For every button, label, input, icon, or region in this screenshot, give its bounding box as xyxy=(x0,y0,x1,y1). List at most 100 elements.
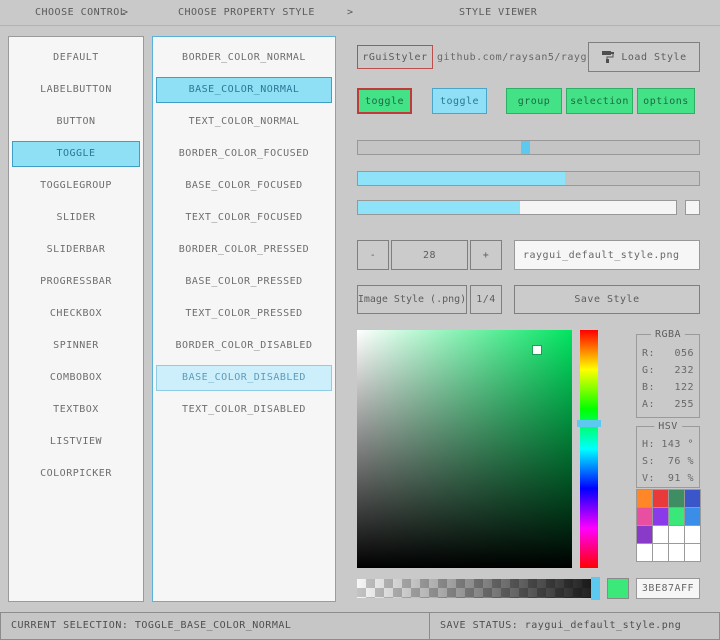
hex-value-box[interactable]: 3BE87AFF xyxy=(636,578,700,599)
hsv-val-label: V: xyxy=(642,470,655,487)
status-save-status-text: SAVE STATUS: raygui_default_style.png xyxy=(440,620,681,631)
swatch-cell[interactable] xyxy=(653,508,668,525)
control-item-checkbox[interactable]: CHECKBOX xyxy=(12,301,140,327)
rguistyler-window: CHOOSE CONTROL > CHOOSE PROPERTY STYLE >… xyxy=(0,0,720,640)
rgba-red-label: R: xyxy=(642,345,655,362)
control-item-slider[interactable]: SLIDER xyxy=(12,205,140,231)
slider-demo[interactable] xyxy=(357,140,700,155)
alpha-bar-handle[interactable] xyxy=(591,577,600,600)
property-item-base-color-focused[interactable]: BASE_COLOR_FOCUSED xyxy=(156,173,332,199)
property-item-text-color-focused[interactable]: TEXT_COLOR_FOCUSED xyxy=(156,205,332,231)
rgba-alpha-label: A: xyxy=(642,396,655,413)
rgba-red-row: R: 056 xyxy=(637,345,699,362)
rgba-blue-value: 122 xyxy=(674,379,694,396)
toggle-label: toggle xyxy=(440,96,479,107)
swatch-cell[interactable] xyxy=(637,526,652,543)
swatch-cell[interactable] xyxy=(669,508,684,525)
properties-list-panel: BORDER_COLOR_NORMAL BASE_COLOR_NORMAL TE… xyxy=(152,36,336,602)
toggle-demo-normal[interactable]: toggle xyxy=(357,88,412,114)
toggle-label: toggle xyxy=(365,96,404,107)
swatch-cell[interactable] xyxy=(685,544,700,561)
rgba-blue-label: B: xyxy=(642,379,655,396)
control-item-toggle[interactable]: TOGGLE xyxy=(12,141,140,167)
repo-link[interactable]: github.com/raysan5/raygui xyxy=(437,52,600,63)
togglegroup-item-options[interactable]: options xyxy=(637,88,695,114)
hue-bar-handle[interactable] xyxy=(577,420,601,427)
save-style-label: Save Style xyxy=(574,294,639,305)
swatch-cell[interactable] xyxy=(669,490,684,507)
property-item-border-color-focused[interactable]: BORDER_COLOR_FOCUSED xyxy=(156,141,332,167)
app-title: rGuiStyler xyxy=(362,52,427,63)
property-item-base-color-disabled[interactable]: BASE_COLOR_DISABLED xyxy=(156,365,332,391)
slider-handle[interactable] xyxy=(521,141,530,154)
color-swatch-grid xyxy=(636,489,701,562)
swatch-cell[interactable] xyxy=(685,508,700,525)
style-format-label: Image Style (.png) xyxy=(358,294,466,305)
swatch-cell[interactable] xyxy=(669,526,684,543)
swatch-cell[interactable] xyxy=(653,544,668,561)
toggle-demo-focused[interactable]: toggle xyxy=(432,88,487,114)
style-format-combobox[interactable]: Image Style (.png) xyxy=(357,285,467,314)
control-item-togglegroup[interactable]: TOGGLEGROUP xyxy=(12,173,140,199)
rgba-green-row: G: 232 xyxy=(637,362,699,379)
property-item-base-color-normal[interactable]: BASE_COLOR_NORMAL xyxy=(156,77,332,103)
minus-label: - xyxy=(370,250,377,261)
swatch-cell[interactable] xyxy=(637,490,652,507)
swatch-cell[interactable] xyxy=(685,526,700,543)
color-picker-marker[interactable] xyxy=(533,346,541,354)
swatch-cell[interactable] xyxy=(653,490,668,507)
style-filename-textbox[interactable]: raygui_default_style.png xyxy=(514,240,700,270)
sliderbar-demo[interactable] xyxy=(357,171,700,186)
togglegroup-item-group[interactable]: group xyxy=(506,88,562,114)
control-item-spinner[interactable]: SPINNER xyxy=(12,333,140,359)
status-save-status: SAVE STATUS: raygui_default_style.png xyxy=(429,612,720,640)
save-style-button[interactable]: Save Style xyxy=(514,285,700,314)
hue-bar[interactable] xyxy=(580,330,598,568)
breadcrumb-separator: > xyxy=(122,7,129,18)
spinner-plus-button[interactable]: + xyxy=(470,240,502,270)
control-item-labelbutton[interactable]: LABELBUTTON xyxy=(12,77,140,103)
property-item-text-color-disabled[interactable]: TEXT_COLOR_DISABLED xyxy=(156,397,332,423)
rgba-alpha-row: A: 255 xyxy=(637,396,699,413)
swatch-cell[interactable] xyxy=(653,526,668,543)
control-item-listview[interactable]: LISTVIEW xyxy=(12,429,140,455)
swatch-cell[interactable] xyxy=(685,490,700,507)
progressbar-fill xyxy=(358,201,520,214)
property-item-border-color-normal[interactable]: BORDER_COLOR_NORMAL xyxy=(156,45,332,71)
checkbox-demo[interactable] xyxy=(685,200,700,215)
hsv-groupbox: HSV H: 143 ° S: 76 % V: 91 % xyxy=(636,426,700,488)
property-item-text-color-pressed[interactable]: TEXT_COLOR_PRESSED xyxy=(156,301,332,327)
spinner-minus-button[interactable]: - xyxy=(357,240,389,270)
breadcrumb-style-viewer: STYLE VIEWER xyxy=(459,7,537,18)
swatch-cell[interactable] xyxy=(637,508,652,525)
toggle-label: group xyxy=(518,96,551,107)
rgba-blue-row: B: 122 xyxy=(637,379,699,396)
property-item-border-color-disabled[interactable]: BORDER_COLOR_DISABLED xyxy=(156,333,332,359)
toggle-label: selection xyxy=(570,96,629,107)
control-item-sliderbar[interactable]: SLIDERBAR xyxy=(12,237,140,263)
spinner-value-box[interactable]: 28 xyxy=(391,240,468,270)
style-format-count: 1/4 xyxy=(476,294,496,305)
control-item-default[interactable]: DEFAULT xyxy=(12,45,140,71)
hsv-val-row: V: 91 % xyxy=(637,470,699,487)
control-item-progressbar[interactable]: PROGRESSBAR xyxy=(12,269,140,295)
app-title-box: rGuiStyler xyxy=(357,45,433,69)
property-item-base-color-pressed[interactable]: BASE_COLOR_PRESSED xyxy=(156,269,332,295)
control-item-colorpicker[interactable]: COLORPICKER xyxy=(12,461,140,487)
hsv-val-value: 91 % xyxy=(668,470,694,487)
hsv-hue-value: 143 ° xyxy=(661,436,694,453)
togglegroup-item-selection[interactable]: selection xyxy=(566,88,633,114)
swatch-cell[interactable] xyxy=(669,544,684,561)
swatch-cell[interactable] xyxy=(637,544,652,561)
status-current-selection-text: CURRENT SELECTION: TOGGLE_BASE_COLOR_NOR… xyxy=(11,620,291,631)
control-item-textbox[interactable]: TEXTBOX xyxy=(12,397,140,423)
alpha-bar[interactable] xyxy=(357,579,600,598)
style-format-counter[interactable]: 1/4 xyxy=(470,285,502,314)
control-item-button[interactable]: BUTTON xyxy=(12,109,140,135)
load-style-button[interactable]: Load Style xyxy=(588,42,700,72)
color-picker-area[interactable] xyxy=(357,330,572,568)
control-item-combobox[interactable]: COMBOBOX xyxy=(12,365,140,391)
property-item-border-color-pressed[interactable]: BORDER_COLOR_PRESSED xyxy=(156,237,332,263)
hsv-hue-row: H: 143 ° xyxy=(637,436,699,453)
property-item-text-color-normal[interactable]: TEXT_COLOR_NORMAL xyxy=(156,109,332,135)
